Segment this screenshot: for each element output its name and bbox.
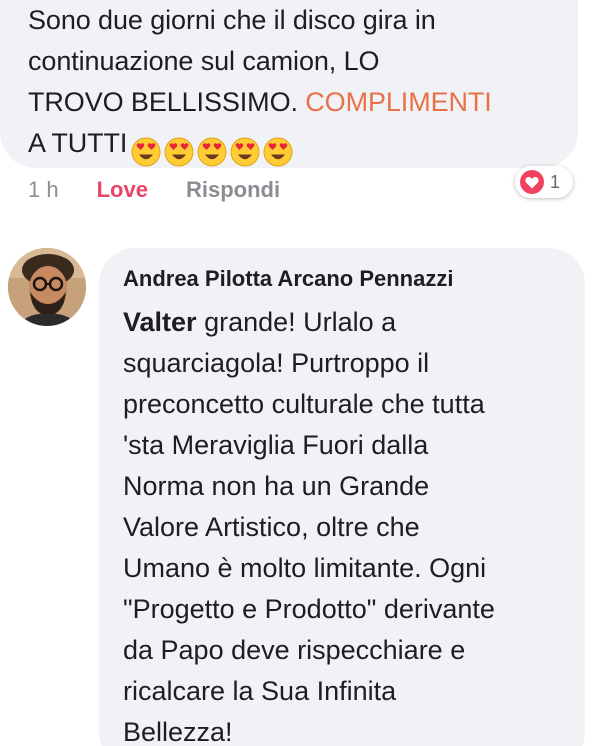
- heart-eyes-emoji: [197, 137, 227, 167]
- comment-text: Sono due giorni che il disco gira in con…: [28, 0, 568, 171]
- comment-line: "Progetto e Prodotto" derivante: [123, 594, 495, 624]
- comment-line: squarciagola! Purtroppo il: [123, 348, 430, 378]
- comment-author[interactable]: Andrea Pilotta Arcano Pennazzi: [123, 266, 453, 292]
- reaction-count: 1: [550, 171, 561, 192]
- comment-line-text: TROVO BELLISSIMO.: [28, 87, 298, 117]
- comment-line: continuazione sul camion, LO: [28, 46, 380, 76]
- comment-thread: Sono due giorni che il disco gira in con…: [0, 0, 597, 746]
- comment-line: Sono due giorni che il disco gira in: [28, 5, 436, 35]
- reaction-summary[interactable]: 1: [515, 166, 573, 198]
- comment-line: Valore Artistico, oltre che: [123, 512, 420, 542]
- highlighted-word: COMPLIMENTI: [305, 87, 492, 117]
- love-reaction-button[interactable]: Love: [97, 177, 148, 203]
- comment-line: Norma non ha un Grande: [123, 471, 430, 501]
- comment-actions: 1 h Love Rispondi: [28, 174, 280, 206]
- comment-line: da Papo deve rispecchiare e: [123, 635, 466, 665]
- heart-eyes-emoji: [131, 137, 161, 167]
- emoji-row: [131, 130, 296, 171]
- heart-eyes-emoji: [230, 137, 260, 167]
- comment-line: Umano è molto limitante. Ogni: [123, 553, 487, 583]
- comment-line: preconcetto culturale che tutta: [123, 389, 485, 419]
- mention-link[interactable]: Valter: [123, 307, 197, 337]
- comment-line: A TUTTI: [28, 123, 568, 171]
- comment-line: Bellezza!: [123, 717, 233, 746]
- comment-line-text: grande! Urlalo a: [196, 307, 397, 337]
- heart-eyes-emoji: [263, 137, 293, 167]
- heart-eyes-emoji: [164, 137, 194, 167]
- comment-line-text: A TUTTI: [28, 128, 128, 158]
- comment-line: ricalcare la Sua Infinita: [123, 676, 397, 706]
- comment-bubble[interactable]: Andrea Pilotta Arcano Pennazzi Valter gr…: [99, 248, 585, 746]
- comment-line: 'sta Meraviglia Fuori dalla: [123, 430, 429, 460]
- heart-icon: [520, 170, 544, 194]
- comment-line: TROVO BELLISSIMO. COMPLIMENTI: [28, 82, 568, 123]
- comment-line: Valter grande! Urlalo a: [123, 302, 573, 343]
- comment-text: Valter grande! Urlalo a squarciagola! Pu…: [123, 302, 573, 746]
- reply-button[interactable]: Rispondi: [186, 177, 280, 203]
- comment-timestamp[interactable]: 1 h: [28, 177, 59, 203]
- comment-bubble[interactable]: Sono due giorni che il disco gira in con…: [0, 0, 578, 168]
- avatar[interactable]: [8, 248, 86, 326]
